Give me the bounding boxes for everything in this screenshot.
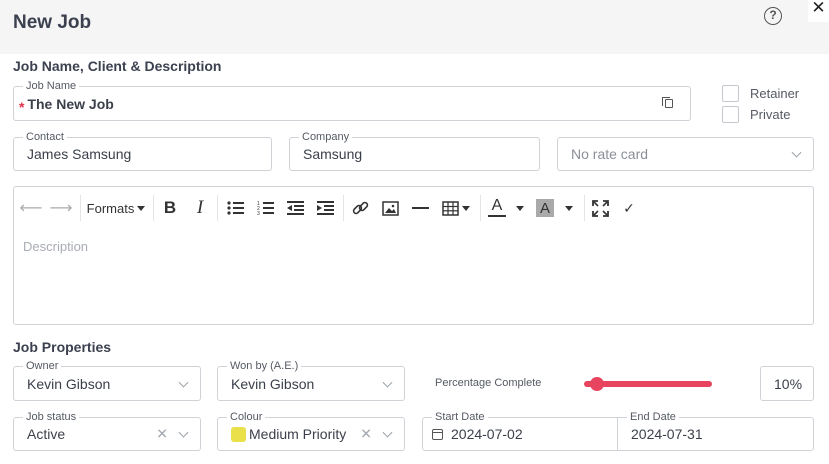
end-date-value: 2024-07-31 (631, 426, 703, 442)
company-field[interactable]: Company Samsung (289, 130, 540, 171)
svg-text:3: 3 (257, 211, 260, 216)
close-icon[interactable]: ✕ (808, 0, 829, 22)
numbered-list-icon[interactable]: 123 (256, 197, 274, 219)
won-by-value: Kevin Gibson (231, 375, 315, 392)
chevron-down-icon (178, 377, 189, 388)
chevron-down-icon (382, 427, 393, 438)
horizontal-rule-icon[interactable] (411, 197, 429, 219)
percentage-input[interactable]: 10% (760, 366, 814, 401)
indent-icon[interactable] (316, 197, 334, 219)
required-marker: * (19, 98, 25, 115)
colour-value: Medium Priority (249, 426, 347, 442)
job-name-value: The New Job (27, 95, 114, 112)
background-color-icon[interactable]: A (536, 199, 554, 217)
copy-button[interactable] (647, 86, 691, 121)
job-name-field[interactable]: Job Name * The New Job (13, 79, 648, 121)
rate-card-select[interactable]: No rate card (557, 137, 814, 171)
job-status-select[interactable]: Job status Active ✕ (13, 410, 201, 451)
owner-value: Kevin Gibson (27, 375, 111, 392)
private-checkbox[interactable] (722, 106, 739, 123)
contact-field[interactable]: Contact James Samsung (13, 130, 272, 171)
colour-swatch (231, 426, 246, 442)
bullet-list-icon[interactable] (226, 197, 244, 219)
font-color-dropdown[interactable] (512, 197, 524, 219)
section-title-properties: Job Properties (13, 339, 112, 355)
modal-header: New Job ? ✕ (0, 0, 829, 54)
clear-icon[interactable]: ✕ (156, 426, 168, 443)
section-title-details: Job Name, Client & Description (13, 58, 222, 74)
rate-card-placeholder: No rate card (571, 146, 649, 162)
percentage-value: 10% (774, 375, 803, 392)
page-title: New Job (13, 12, 92, 33)
contact-value: James Samsung (27, 146, 132, 162)
description-placeholder: Description (23, 239, 89, 254)
chevron-down-icon (791, 147, 802, 158)
formats-dropdown[interactable]: Formats (86, 197, 146, 219)
won-by-select[interactable]: Won by (A.E.) Kevin Gibson (217, 359, 405, 401)
start-date-field[interactable]: Start Date 2024-07-02 (422, 410, 618, 451)
caret-down-icon (137, 205, 146, 211)
company-value: Samsung (303, 146, 363, 162)
percentage-label: Percentage Complete (435, 377, 542, 389)
retainer-checkbox[interactable] (722, 85, 739, 102)
start-date-value: 2024-07-02 (451, 426, 523, 442)
check-icon[interactable]: ✓ (620, 197, 638, 219)
link-icon[interactable] (351, 197, 369, 219)
end-date-field[interactable]: End Date 2024-07-31 (617, 410, 814, 451)
undo-icon[interactable]: ⟵ (20, 197, 43, 219)
private-checkbox-row[interactable]: Private (722, 106, 790, 123)
retainer-label: Retainer (750, 86, 800, 101)
bold-icon[interactable]: B (161, 197, 179, 219)
outdent-icon[interactable] (286, 197, 304, 219)
redo-icon[interactable]: ⟶ (50, 197, 73, 219)
image-icon[interactable] (381, 197, 399, 219)
italic-icon[interactable]: I (191, 197, 209, 219)
table-icon[interactable] (441, 197, 471, 219)
percentage-slider-handle[interactable] (589, 377, 604, 391)
description-editor[interactable]: ⟵ ⟶ Formats B I 123 A A ✓ Description (13, 186, 814, 325)
retainer-checkbox-row[interactable]: Retainer (722, 85, 799, 102)
owner-select[interactable]: Owner Kevin Gibson (13, 359, 201, 401)
formats-label: Formats (86, 200, 135, 216)
chevron-down-icon (382, 377, 393, 388)
editor-toolbar: ⟵ ⟶ Formats B I 123 A A ✓ (14, 187, 813, 229)
job-status-value: Active (27, 426, 66, 442)
fullscreen-icon[interactable] (591, 197, 609, 219)
clear-icon[interactable]: ✕ (360, 426, 372, 443)
private-label: Private (750, 107, 791, 122)
chevron-down-icon (178, 427, 189, 438)
font-color-icon[interactable]: A (488, 197, 506, 217)
colour-select[interactable]: Colour Medium Priority ✕ (217, 410, 405, 451)
calendar-icon (432, 428, 443, 440)
background-color-dropdown[interactable] (561, 197, 573, 219)
help-icon[interactable]: ? (764, 7, 782, 25)
